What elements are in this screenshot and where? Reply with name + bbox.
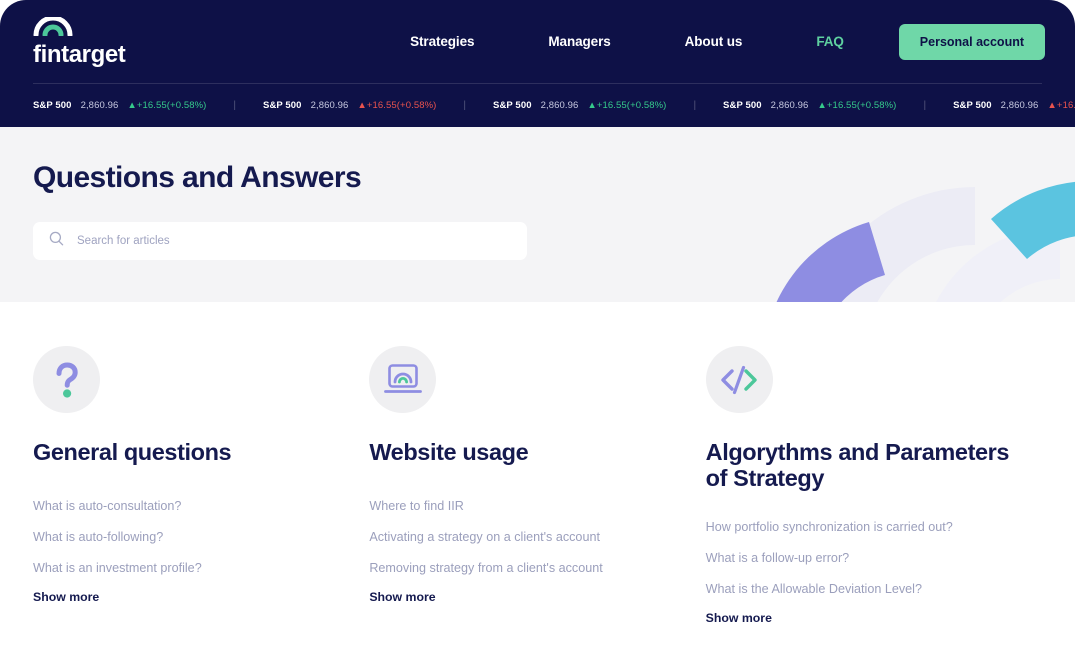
brand-logo[interactable]: fintarget: [33, 15, 126, 68]
hero-content: Questions and Answers: [0, 127, 1075, 260]
faq-page: fintarget Strategies Managers About us F…: [0, 0, 1075, 660]
search-box[interactable]: [33, 222, 527, 260]
faq-link[interactable]: What is an investment profile?: [33, 553, 339, 584]
category-links: How portfolio synchronization is carried…: [706, 512, 1012, 605]
faq-link[interactable]: How portfolio synchronization is carried…: [706, 512, 1012, 543]
ticker-separator: |: [693, 99, 697, 111]
search-icon: [49, 231, 64, 251]
category-title: Website usage: [369, 439, 529, 465]
ticker-change: ▲+16.55(+0.58%): [1047, 99, 1075, 111]
ticker-item[interactable]: S&P 500 2,860.96 ▲+16.55(+0.58%): [953, 100, 1075, 111]
ticker-separator: |: [233, 99, 237, 111]
page-title: Questions and Answers: [33, 161, 362, 194]
personal-account-button[interactable]: Personal account: [898, 23, 1045, 60]
category-algorithms-parameters: Algorythms and Parameters of Strategy Ho…: [705, 346, 1042, 627]
category-title: Algorythms and Parameters of Strategy: [705, 439, 1010, 492]
nav-item-managers[interactable]: Managers: [511, 34, 647, 49]
faq-link[interactable]: Removing strategy from a client's accoun…: [369, 553, 675, 584]
category-title: General questions: [33, 439, 232, 465]
show-more-link[interactable]: Show more: [706, 611, 772, 625]
header-top-bar: fintarget Strategies Managers About us F…: [0, 0, 1075, 83]
ticker-separator: |: [923, 99, 927, 111]
ticker-symbol: S&P 500: [723, 99, 762, 111]
code-brackets-icon: [705, 346, 773, 413]
ticker-item[interactable]: S&P 500 2,860.96 ▲+16.55(+0.58%): [493, 100, 666, 111]
category-website-usage: Website usage Where to find IIR Activati…: [369, 346, 705, 627]
ticker-symbol: S&P 500: [953, 99, 992, 111]
question-mark-icon: [33, 346, 100, 413]
faq-link[interactable]: What is the Allowable Deviation Level?: [706, 574, 1012, 605]
show-more-link[interactable]: Show more: [33, 590, 99, 604]
hero-section: Questions and Answers: [0, 127, 1075, 302]
faq-categories: General questions What is auto-consultat…: [0, 302, 1075, 627]
faq-link[interactable]: What is a follow-up error?: [706, 543, 1012, 574]
logo-arc-icon: [33, 15, 73, 41]
ticker-symbol: S&P 500: [263, 99, 302, 111]
category-general-questions: General questions What is auto-consultat…: [33, 346, 369, 627]
ticker-change: ▲+16.55(+0.58%): [127, 99, 207, 111]
ticker-price: 2,860.96: [540, 99, 579, 111]
ticker-separator: |: [463, 99, 467, 111]
ticker-change: ▲+16.55(+0.58%): [357, 99, 437, 111]
ticker-item[interactable]: S&P 500 2,860.96 ▲+16.55(+0.58%): [263, 100, 436, 111]
category-links: What is auto-consultation? What is auto-…: [33, 491, 339, 584]
ticker-change: ▲+16.55(+0.58%): [587, 99, 667, 111]
header-divider: [33, 83, 1042, 84]
site-header: fintarget Strategies Managers About us F…: [0, 0, 1075, 127]
faq-link[interactable]: Activating a strategy on a client's acco…: [369, 522, 675, 553]
faq-link[interactable]: Where to find IIR: [369, 491, 675, 522]
ticker-item[interactable]: S&P 500 2,860.96 ▲+16.55(+0.58%): [723, 100, 896, 111]
nav-item-strategies[interactable]: Strategies: [373, 34, 511, 49]
ticker-item[interactable]: S&P 500 2,860.96 ▲+16.55(+0.58%): [33, 100, 206, 111]
category-links: Where to find IIR Activating a strategy …: [369, 491, 675, 584]
ticker-price: 2,860.96: [80, 99, 119, 111]
ticker-price: 2,860.96: [770, 99, 809, 111]
brand-name: fintarget: [33, 40, 126, 68]
nav-item-about-us[interactable]: About us: [648, 34, 780, 49]
main-navigation: Strategies Managers About us FAQ Persona…: [373, 23, 1045, 60]
search-input[interactable]: [77, 235, 511, 247]
show-more-link[interactable]: Show more: [369, 590, 435, 604]
laptop-chart-icon: [369, 346, 437, 413]
faq-link[interactable]: What is auto-following?: [33, 522, 339, 553]
nav-item-faq[interactable]: FAQ: [779, 34, 880, 49]
ticker-price: 2,860.96: [1000, 99, 1039, 111]
ticker-symbol: S&P 500: [33, 99, 72, 111]
faq-link[interactable]: What is auto-consultation?: [33, 491, 339, 522]
ticker-change: ▲+16.55(+0.58%): [817, 99, 897, 111]
market-ticker[interactable]: S&P 500 2,860.96 ▲+16.55(+0.58%) | S&P 5…: [0, 83, 1075, 127]
ticker-price: 2,860.96: [310, 99, 349, 111]
ticker-symbol: S&P 500: [493, 99, 532, 111]
